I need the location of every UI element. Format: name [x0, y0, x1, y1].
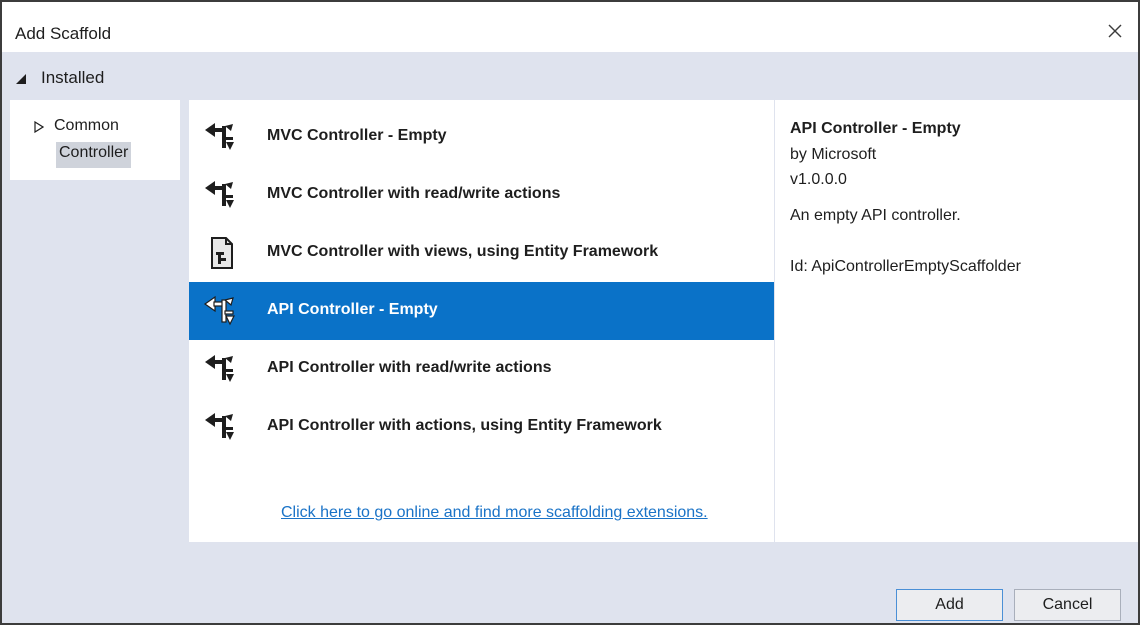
installed-label: Installed — [41, 68, 105, 87]
online-extensions-link[interactable]: Click here to go online and find more sc… — [281, 504, 708, 522]
installed-category-bar[interactable]: Installed — [2, 52, 1138, 100]
list-item-label: MVC Controller with read/write actions — [267, 185, 561, 202]
details-version: v1.0.0.0 — [790, 171, 847, 188]
details-description: An empty API controller. — [790, 207, 961, 224]
list-item-api-read-write[interactable]: API Controller with read/write actions — [189, 340, 774, 398]
list-item-api-empty[interactable]: API Controller - Empty — [189, 282, 774, 340]
list-item-mvc-views-ef[interactable]: MVC Controller with views, using Entity … — [189, 224, 774, 282]
controller-icon — [203, 410, 239, 444]
list-item-label: API Controller with actions, using Entit… — [267, 417, 662, 434]
category-tree: Common Controller — [10, 100, 180, 180]
add-button[interactable]: Add — [896, 589, 1003, 621]
controller-icon — [203, 352, 239, 386]
cancel-button[interactable]: Cancel — [1014, 589, 1121, 621]
details-title: API Controller - Empty — [790, 120, 961, 137]
controller-icon — [203, 120, 239, 154]
controller-icon — [203, 294, 239, 328]
scaffold-list: MVC Controller - Empty MVC Controller wi… — [189, 100, 774, 542]
dialog-body: Common Controller MVC Controller - Empty — [2, 100, 1138, 542]
dialog-footer: Add Cancel — [2, 542, 1138, 623]
list-item-mvc-empty[interactable]: MVC Controller - Empty — [189, 108, 774, 166]
collapse-triangle-icon — [15, 72, 27, 84]
list-item-label: MVC Controller with views, using Entity … — [267, 243, 659, 260]
list-item-api-actions-ef[interactable]: API Controller with actions, using Entit… — [189, 398, 774, 456]
dialog-title: Add Scaffold — [15, 24, 112, 43]
expand-triangle-icon[interactable] — [34, 120, 45, 134]
entity-framework-icon — [203, 236, 239, 270]
tree-item-controller[interactable]: Controller — [56, 142, 132, 168]
add-scaffold-dialog: Add Scaffold Installed Common Controller… — [0, 0, 1140, 625]
list-item-label: MVC Controller - Empty — [267, 127, 447, 144]
list-item-label: API Controller with read/write actions — [267, 359, 552, 376]
close-icon[interactable] — [1104, 20, 1126, 42]
tree-item-common-label: Common — [54, 117, 119, 134]
details-pane: API Controller - Empty by Microsoft v1.0… — [775, 100, 1138, 542]
details-id: Id: ApiControllerEmptyScaffolder — [790, 258, 1021, 275]
list-item-mvc-read-write[interactable]: MVC Controller with read/write actions — [189, 166, 774, 224]
details-author: by Microsoft — [790, 146, 877, 163]
title-bar: Add Scaffold — [2, 2, 1138, 52]
controller-icon — [203, 178, 239, 212]
list-item-label: API Controller - Empty — [267, 301, 438, 318]
